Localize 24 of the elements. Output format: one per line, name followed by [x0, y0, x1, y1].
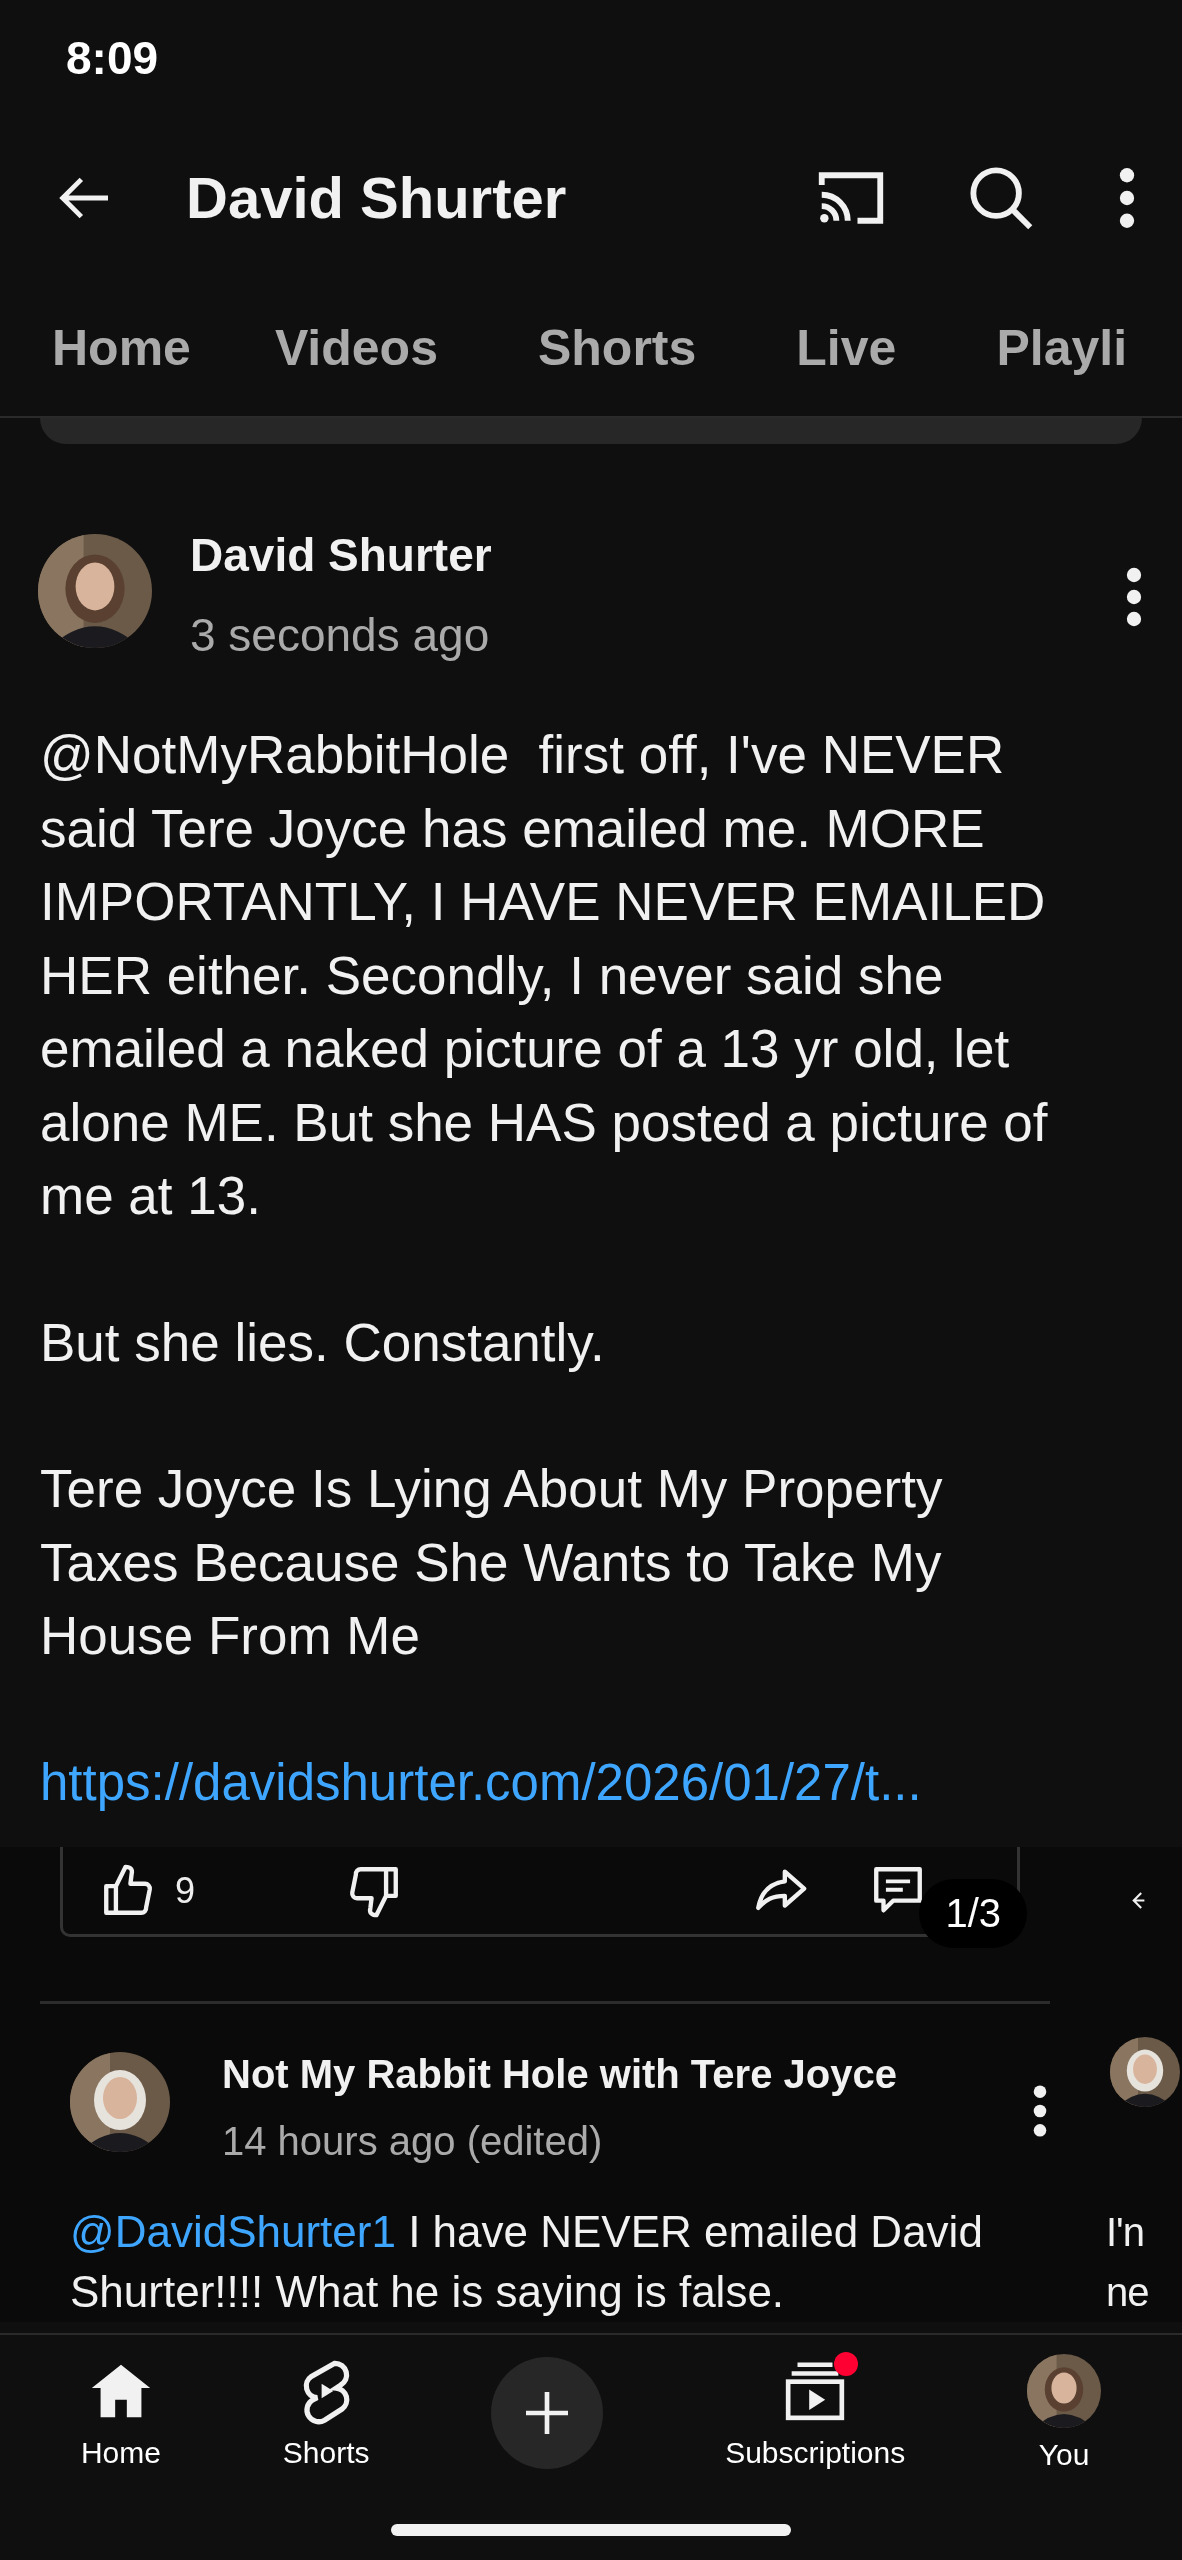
- comment-time: 14 hours ago (edited): [222, 2119, 604, 2164]
- channel-tab[interactable]: Live: [770, 319, 923, 377]
- post-text: @NotMyRabbitHole first off, I've NEVER said Tere Joyce has emailed me. MORE IMPORTANTLY, I HAVE NEVER EMAILED HER either. Secondly, I never said she emailed a naked picture of a 13 yr old, let alone ME. But she HAS posted a picture of me at 13.: [40, 724, 1049, 1227]
- channel-tab[interactable]: Home: [0, 319, 217, 377]
- nav-item[interactable]: Home: [80, 2355, 161, 2470]
- post-text: But she lies. Constantly.: [40, 1311, 606, 1374]
- comment-text: I'n: [1106, 2209, 1144, 2256]
- status-time: 8:09: [66, 30, 159, 85]
- post-time: 3 seconds ago: [190, 608, 491, 662]
- post-author[interactable]: David Shurter: [190, 528, 1122, 582]
- post-text: Tere Joyce Is Lying About My Property Taxes Because She Wants to Take My House From Me: [40, 1458, 944, 1667]
- nav-item[interactable]: You: [1027, 2353, 1102, 2472]
- like-count: 9: [175, 1869, 196, 1912]
- comment-text: ne: [1106, 2269, 1149, 2316]
- comment-text: @DavidShurter1 I have NEVER emailed David Shurter!!!! What he is saying is false.: [70, 2206, 984, 2318]
- channel-tab[interactable]: Videos: [248, 319, 464, 377]
- nav-item[interactable]: Subscriptions: [725, 2355, 906, 2470]
- channel-title: David Shurter: [186, 164, 568, 231]
- comment-author: Not My Rabbit Hole with Tere Joyce: [222, 2052, 898, 2097]
- post-link[interactable]: https://davidshurter.com/2026/01/27/t...: [40, 1753, 922, 1811]
- channel-tab[interactable]: Playli: [970, 319, 1154, 377]
- channel-tab[interactable]: Shorts: [511, 319, 723, 377]
- slide-counter: 1/3: [919, 1879, 1027, 1948]
- nav-item[interactable]: Shorts: [282, 2355, 370, 2470]
